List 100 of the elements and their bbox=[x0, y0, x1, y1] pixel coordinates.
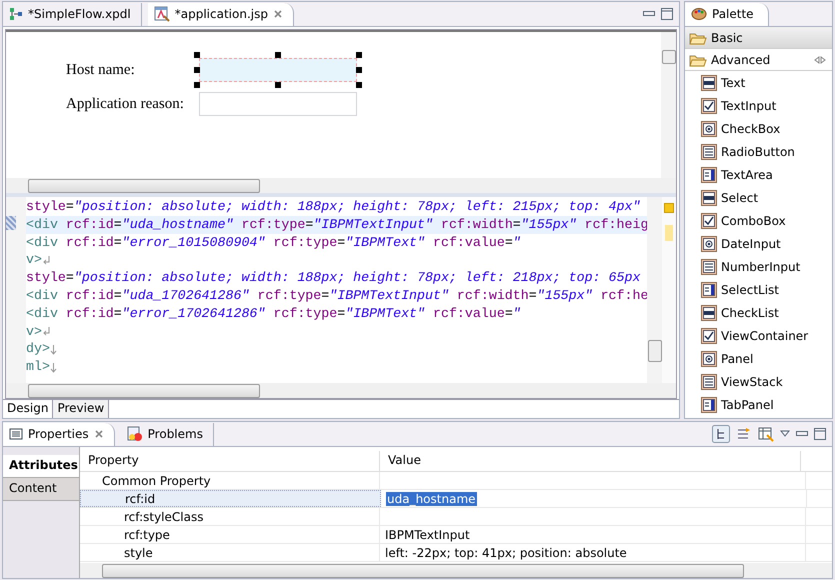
property-name[interactable]: rcf:styleClass bbox=[80, 510, 204, 524]
widget-icon bbox=[701, 190, 717, 206]
palette-item[interactable]: DateInput bbox=[685, 232, 832, 255]
dropdown-icon bbox=[780, 430, 790, 438]
flow-icon bbox=[9, 7, 23, 21]
code-line: style="position: absolute; width: 188px; height: 78px; left: 218px; top: 65px bbox=[26, 269, 640, 287]
overview-ruler-marker[interactable] bbox=[664, 203, 674, 213]
vertical-scrollbar[interactable] bbox=[647, 197, 662, 383]
close-icon bbox=[272, 9, 283, 19]
tab-label: *application.jsp bbox=[174, 7, 268, 21]
resize-handle[interactable] bbox=[356, 52, 362, 58]
widget-icon bbox=[701, 166, 717, 182]
palette-item[interactable]: TabPanel bbox=[685, 393, 832, 416]
maximize-icon bbox=[814, 428, 826, 440]
column-header[interactable]: Property bbox=[80, 451, 380, 471]
horizontal-scrollbar[interactable] bbox=[6, 178, 676, 193]
horizontal-scrollbar[interactable] bbox=[80, 563, 832, 578]
warning-icon bbox=[126, 426, 143, 442]
horizontal-scrollbar[interactable] bbox=[6, 383, 676, 398]
resize-handle[interactable] bbox=[194, 67, 200, 73]
drawer-label: Basic bbox=[711, 30, 743, 44]
palette-item[interactable]: ViewStack bbox=[685, 370, 832, 393]
code-line: style="position: absolute; width: 188px; height: 78px; left: 215px; top: 4px" bbox=[26, 198, 640, 216]
widget-icon bbox=[701, 374, 717, 390]
code-line: v> bbox=[26, 251, 42, 270]
text-field[interactable] bbox=[199, 58, 357, 82]
minimize-icon bbox=[796, 431, 808, 437]
tab-label: Problems bbox=[148, 427, 203, 441]
widget-icon bbox=[701, 236, 717, 252]
list-icon bbox=[9, 427, 23, 441]
code-line: <div rcf:id="error_1015080904" rcf:type="IBPMText" rcf:value=" bbox=[26, 234, 521, 252]
palette-item[interactable]: ComboBox bbox=[685, 209, 832, 232]
vertical-scrollbar[interactable] bbox=[661, 32, 676, 178]
maximize-icon bbox=[661, 8, 673, 20]
widget-icon bbox=[701, 258, 717, 274]
properties-tab[interactable]: Problems bbox=[120, 422, 214, 446]
editor-tab[interactable]: *SimpleFlow.xpdl bbox=[3, 2, 142, 26]
tab-label: Palette bbox=[712, 7, 754, 21]
palette-item[interactable]: CheckBox bbox=[685, 117, 832, 140]
property-name[interactable]: rcf:id bbox=[81, 492, 156, 506]
folder-icon bbox=[689, 52, 707, 66]
selected-row[interactable]: rcf:id bbox=[80, 490, 381, 507]
property-name[interactable]: style bbox=[80, 546, 153, 560]
tree-toggle-icon bbox=[712, 425, 730, 443]
property-name[interactable]: rcf:type bbox=[80, 528, 170, 542]
palette-item[interactable]: TextArea bbox=[685, 163, 832, 186]
resize-handle[interactable] bbox=[194, 52, 200, 58]
widget-icon bbox=[701, 396, 717, 412]
section-tab[interactable]: Attributes bbox=[3, 455, 79, 478]
property-name[interactable]: Common Property bbox=[80, 474, 211, 488]
widget-icon bbox=[701, 120, 717, 136]
mode-tab[interactable]: Preview bbox=[53, 400, 110, 418]
section-tab[interactable]: Content bbox=[3, 478, 79, 501]
resize-handle[interactable] bbox=[194, 82, 200, 88]
pin-icon bbox=[814, 56, 826, 64]
widget-icon bbox=[701, 328, 717, 344]
palette-tab[interactable]: Palette bbox=[685, 2, 769, 26]
palette-icon bbox=[691, 6, 707, 22]
widget-icon bbox=[701, 144, 717, 160]
code-line: ml> bbox=[26, 358, 50, 376]
property-value: left: -22px; top: 41px; position: absolute bbox=[385, 546, 627, 560]
drawer-label: Advanced bbox=[711, 52, 770, 66]
palette-item[interactable]: Select bbox=[685, 186, 832, 209]
close-icon bbox=[94, 429, 104, 439]
field-label: Host name: bbox=[66, 62, 136, 78]
palette-item[interactable]: Text bbox=[685, 71, 832, 94]
palette-item[interactable]: NumberInput bbox=[685, 255, 832, 278]
palette-item[interactable]: RadioButton bbox=[685, 140, 832, 163]
folder-icon bbox=[689, 30, 707, 44]
code-line: v> bbox=[26, 322, 42, 340]
properties-tab[interactable]: Properties bbox=[3, 422, 115, 446]
palette-item[interactable]: Panel bbox=[685, 347, 832, 370]
tab-label: *SimpleFlow.xpdl bbox=[28, 7, 131, 21]
widget-icon bbox=[701, 98, 717, 114]
property-value: IBPMTextInput bbox=[385, 528, 470, 542]
text-field[interactable] bbox=[199, 92, 357, 116]
overview-ruler-marker[interactable] bbox=[665, 225, 673, 241]
value-field[interactable]: uda_hostname bbox=[386, 492, 477, 506]
code-line: <div rcf:id="uda_hostname" rcf:type="IBPMTextInput" rcf:width="155px" rcf:heig bbox=[26, 216, 647, 234]
minimize-icon bbox=[643, 11, 655, 17]
resize-handle[interactable] bbox=[356, 82, 362, 88]
palette-item[interactable]: TextInput bbox=[685, 94, 832, 117]
palette-item[interactable]: SelectList bbox=[685, 278, 832, 301]
widget-icon bbox=[701, 282, 717, 298]
column-header[interactable]: Value bbox=[380, 451, 801, 471]
widget-icon bbox=[701, 350, 717, 366]
page-edit-icon bbox=[154, 6, 170, 22]
resize-handle[interactable] bbox=[275, 52, 281, 58]
palette-item[interactable]: ViewContainer bbox=[685, 324, 832, 347]
widget-icon bbox=[701, 74, 717, 90]
widget-icon bbox=[701, 212, 717, 228]
code-line: <div rcf:id="error_1702641286" rcf:type="IBPMText" rcf:value=" bbox=[26, 304, 521, 323]
palette-drawer[interactable]: Basic bbox=[685, 27, 832, 49]
editor-tab[interactable]: *application.jsp bbox=[148, 2, 294, 26]
widget-icon bbox=[701, 304, 717, 320]
palette-item[interactable]: CheckList bbox=[685, 301, 832, 324]
palette-drawer[interactable]: Advanced bbox=[685, 49, 832, 71]
resize-handle[interactable] bbox=[356, 67, 362, 73]
resize-handle[interactable] bbox=[275, 82, 281, 88]
field-label: Application reason: bbox=[66, 96, 185, 112]
